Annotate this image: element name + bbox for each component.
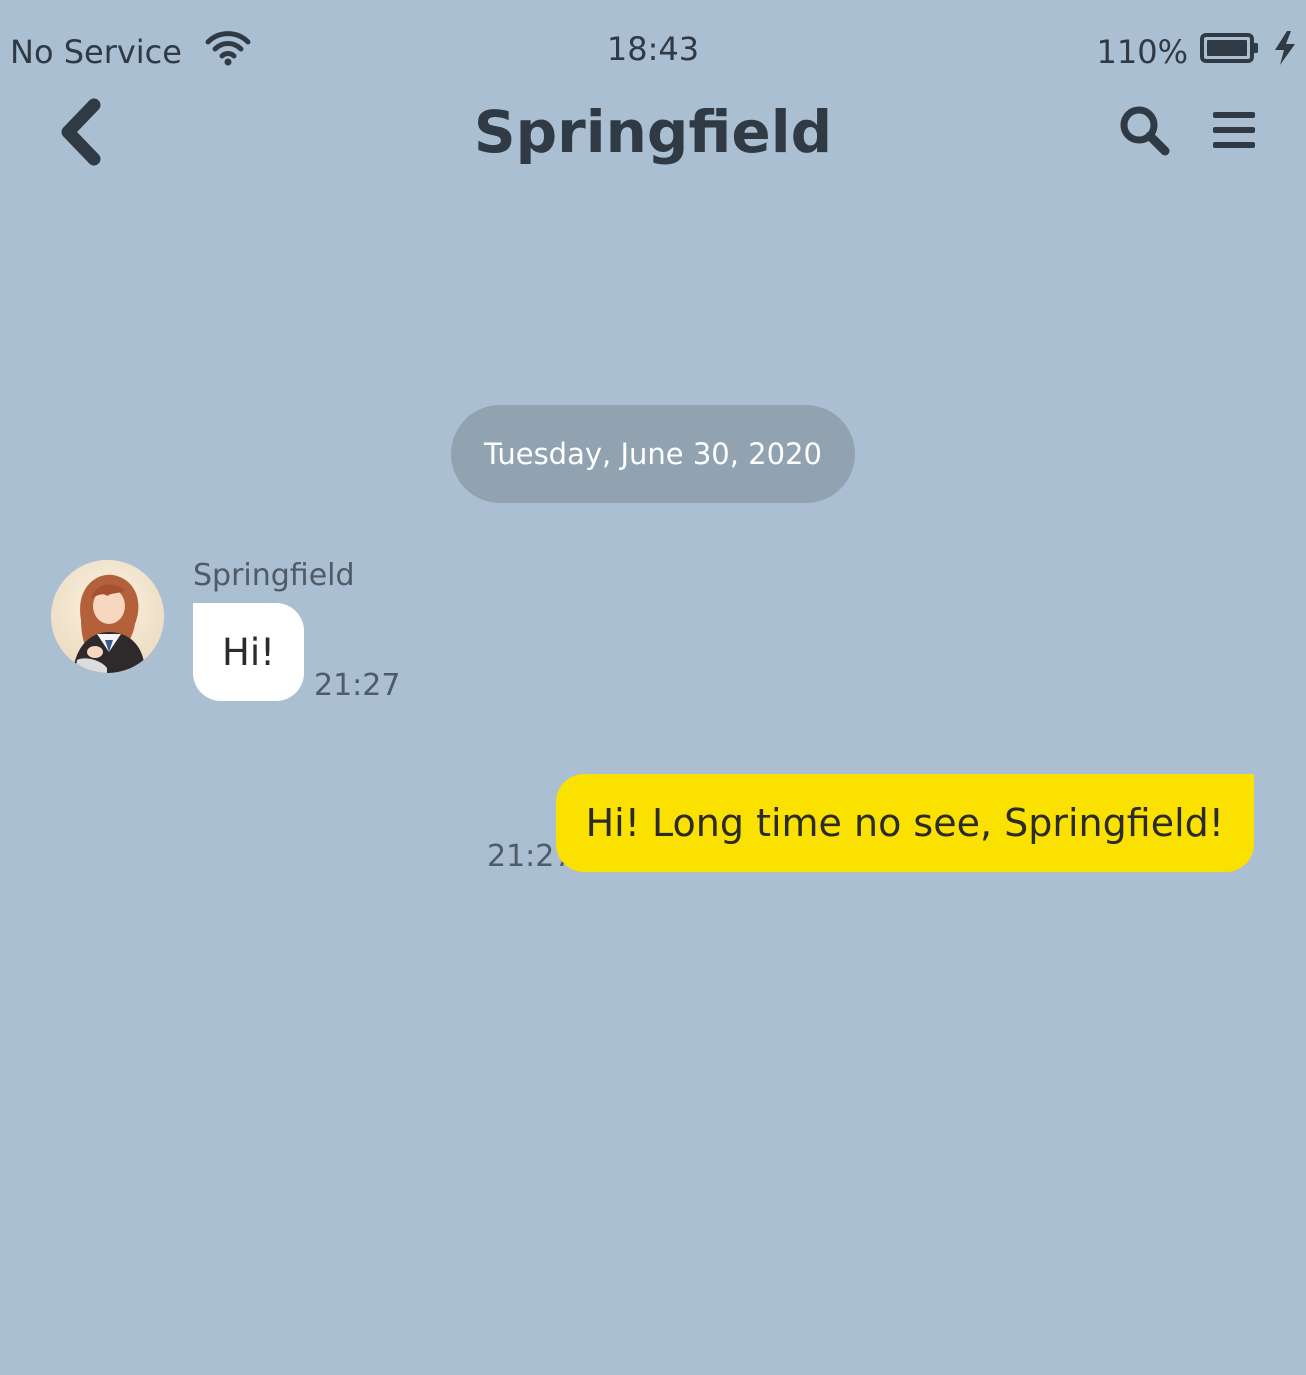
- menu-button[interactable]: [1204, 104, 1264, 160]
- date-divider-label: Tuesday, June 30, 2020: [484, 437, 822, 471]
- outgoing-message-bubble[interactable]: Hi! Long time no see, Springfield!: [555, 774, 1254, 872]
- charging-bolt-icon: [1272, 30, 1298, 74]
- search-button[interactable]: [1112, 100, 1176, 164]
- status-bar-right: 110%: [1097, 30, 1298, 74]
- incoming-message-bubble[interactable]: Hi!: [193, 603, 304, 701]
- chat-title: Springfield: [473, 98, 833, 166]
- search-icon: [1117, 103, 1171, 161]
- message-text: Hi! Long time no see, Springfield!: [585, 801, 1224, 845]
- date-divider: Tuesday, June 30, 2020: [451, 405, 855, 503]
- sender-name: Springfield: [193, 558, 355, 593]
- battery-icon: [1200, 32, 1260, 72]
- message-text: Hi!: [222, 630, 275, 674]
- avatar[interactable]: [51, 560, 164, 673]
- message-timestamp: 21:27: [314, 668, 401, 703]
- hamburger-menu-icon: [1211, 109, 1257, 155]
- battery-percent: 110%: [1096, 33, 1188, 71]
